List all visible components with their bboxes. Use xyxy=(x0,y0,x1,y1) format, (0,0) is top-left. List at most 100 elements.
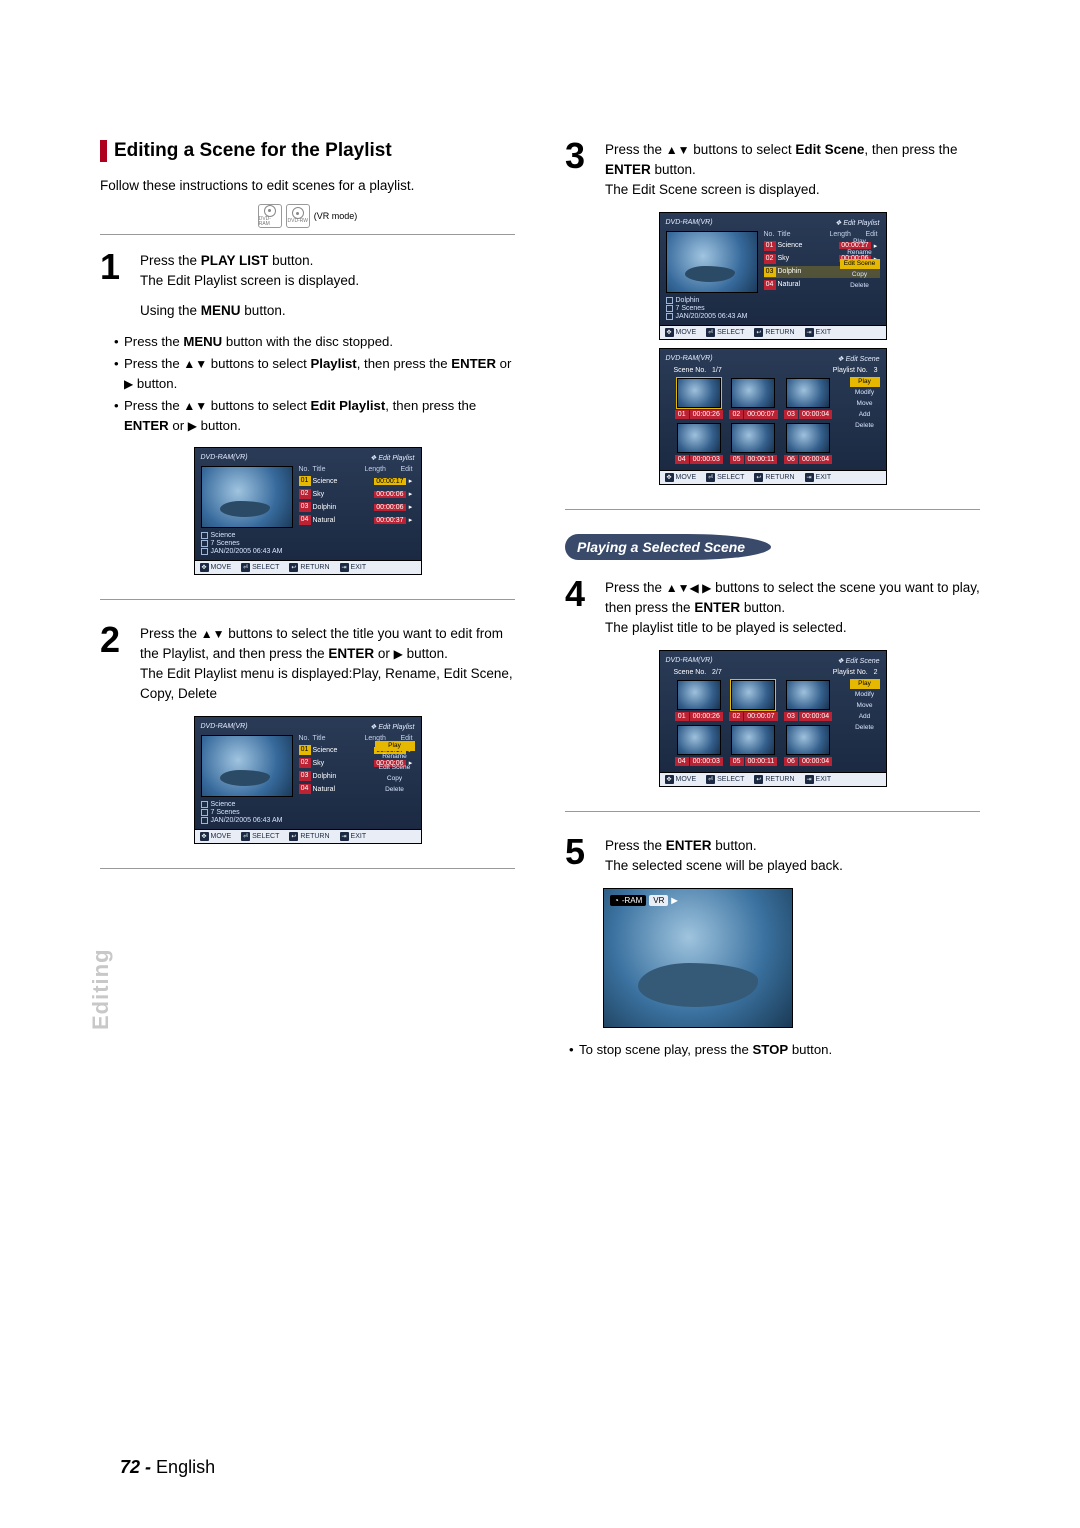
osd-list: No.TitleLengthEdit 01Science00:00:17▸ 02… xyxy=(299,466,415,556)
section-heading: Editing a Scene for the Playlist xyxy=(100,140,515,162)
side-tab: Editing xyxy=(80,870,106,1050)
return-key-icon: ↩ xyxy=(289,563,298,572)
menu-modify[interactable]: Modify xyxy=(850,388,880,398)
menu-copy[interactable]: Copy xyxy=(840,270,880,280)
divider xyxy=(100,868,515,869)
step-3-number: 3 xyxy=(565,140,597,200)
title-icon xyxy=(201,532,208,539)
osd-edit-playlist-editscene: DVD-RAM(VR)❖ Edit Playlist Dolphin 7 Sce… xyxy=(659,212,887,340)
osd-thumb xyxy=(666,231,758,293)
osd-side-menu: Play Rename Edit Scene Copy Delete xyxy=(375,741,415,795)
scene-cell[interactable]: 0200:00:07 xyxy=(728,378,779,419)
step-5: 5 Press the ENTER button. The selected s… xyxy=(565,836,980,876)
scene-cell[interactable]: 0600:00:04 xyxy=(783,725,834,766)
menu-play[interactable]: Play xyxy=(840,237,880,247)
menu-rename[interactable]: Rename xyxy=(375,752,415,762)
disc-rw-icon: DVD-RW xyxy=(286,204,310,228)
step-5-body: Press the ENTER button. The selected sce… xyxy=(605,836,980,876)
intro-text: Follow these instructions to edit scenes… xyxy=(100,176,515,196)
arrows-icon: ▲▼◀ ▶ xyxy=(666,580,712,598)
scene-cell[interactable]: 0100:00:26 xyxy=(674,378,725,419)
side-tab-label: Editing xyxy=(88,948,114,1030)
menu-move[interactable]: Move xyxy=(850,399,880,409)
osd-thumb xyxy=(201,466,293,528)
page: Editing a Scene for the Playlist Follow … xyxy=(0,0,1080,1112)
page-footer: 72 - English xyxy=(120,1457,215,1478)
play-icon: ▶ xyxy=(671,896,677,905)
step-2-number: 2 xyxy=(100,624,132,704)
scene-grid: 0100:00:26 0200:00:07 0300:00:04 0400:00… xyxy=(666,378,880,466)
disc-icon: ◔ xyxy=(614,896,619,905)
osd-edit-playlist-menu: DVD-RAM(VR)❖ Edit Playlist Science 7 Sce… xyxy=(194,716,422,844)
step-1: 1 Press the PLAY LIST button. The Edit P… xyxy=(100,251,515,321)
osd-info: Science 7 Scenes JAN/20/2005 06:43 AM xyxy=(201,532,293,555)
menu-play[interactable]: Play xyxy=(850,679,880,689)
menu-delete[interactable]: Delete xyxy=(850,723,880,733)
menu-editscene[interactable]: Edit Scene xyxy=(840,259,880,269)
menu-add[interactable]: Add xyxy=(850,410,880,420)
list-item[interactable]: 04Natural00:00:37▸ xyxy=(299,514,415,526)
scene-cell[interactable]: 0200:00:07 xyxy=(728,680,779,721)
move-key-icon: ✥ xyxy=(200,563,209,572)
bullet: Press the ▲▼ buttons to select Edit Play… xyxy=(114,396,515,436)
scene-cell[interactable]: 0300:00:04 xyxy=(783,378,834,419)
list-item[interactable]: 02Sky00:00:06▸ xyxy=(299,488,415,500)
osd-mode-label: DVD-RAM(VR) xyxy=(201,454,248,462)
page-language: English xyxy=(156,1457,215,1477)
menu-rename[interactable]: Rename xyxy=(840,248,880,258)
divider xyxy=(565,811,980,812)
divider xyxy=(565,509,980,510)
exit-key-icon: ⇥ xyxy=(340,563,349,572)
menu-delete[interactable]: Delete xyxy=(375,785,415,795)
bullet: Press the MENU button with the disc stop… xyxy=(114,332,515,352)
heading-bar xyxy=(100,140,107,162)
step-4: 4 Press the ▲▼◀ ▶ buttons to select the … xyxy=(565,578,980,638)
step-3-body: Press the ▲▼ buttons to select Edit Scen… xyxy=(605,140,980,200)
osd-edit-playlist: DVD-RAM(VR)❖ Edit Playlist Science 7 Sce… xyxy=(194,447,422,575)
menu-add[interactable]: Add xyxy=(850,712,880,722)
left-column: Editing a Scene for the Playlist Follow … xyxy=(100,140,515,1072)
scene-cell[interactable]: 0400:00:03 xyxy=(674,725,725,766)
scenes-icon xyxy=(201,540,208,547)
step-1-bullets: Press the MENU button with the disc stop… xyxy=(114,332,515,435)
scene-cell[interactable]: 0100:00:26 xyxy=(674,680,725,721)
updown-icon: ▲▼ xyxy=(201,626,225,644)
divider xyxy=(100,234,515,235)
menu-play[interactable]: Play xyxy=(850,377,880,387)
menu-modify[interactable]: Modify xyxy=(850,690,880,700)
scene-cell[interactable]: 0300:00:04 xyxy=(783,680,834,721)
step-2-body: Press the ▲▼ buttons to select the title… xyxy=(140,624,515,704)
divider xyxy=(100,599,515,600)
updown-icon: ▲▼ xyxy=(183,355,207,373)
scene-cell[interactable]: 0400:00:03 xyxy=(674,423,725,464)
page-number: 72 - xyxy=(120,1457,151,1477)
scene-cell[interactable]: 0600:00:04 xyxy=(783,423,834,464)
disc-ram-icon: DVD-RAM xyxy=(258,204,282,228)
menu-editscene[interactable]: Edit Scene xyxy=(375,763,415,773)
menu-delete[interactable]: Delete xyxy=(850,421,880,431)
scene-cell[interactable]: 0500:00:11 xyxy=(728,423,779,464)
right-column: 3 Press the ▲▼ buttons to select Edit Sc… xyxy=(565,140,980,1072)
menu-delete[interactable]: Delete xyxy=(840,281,880,291)
disc-row: DVD-RAM DVD-RW (VR mode) xyxy=(100,204,515,228)
updown-icon: ▲▼ xyxy=(183,397,207,415)
section-title: Editing a Scene for the Playlist xyxy=(114,140,392,162)
menu-play[interactable]: Play xyxy=(375,741,415,751)
step-4-body: Press the ▲▼◀ ▶ buttons to select the sc… xyxy=(605,578,980,638)
step-1-number: 1 xyxy=(100,251,132,321)
scene-cell[interactable]: 0500:00:11 xyxy=(728,725,779,766)
subsection-title: Playing a Selected Scene xyxy=(565,534,771,560)
menu-move[interactable]: Move xyxy=(850,701,880,711)
list-item[interactable]: 01Science00:00:17▸ xyxy=(299,475,415,487)
menu-copy[interactable]: Copy xyxy=(375,774,415,784)
play-icon: ▶ xyxy=(394,646,403,664)
bullet: Press the ▲▼ buttons to select Playlist,… xyxy=(114,354,515,394)
step-1-body: Press the PLAY LIST button. The Edit Pla… xyxy=(140,251,515,321)
vr-mode-label: (VR mode) xyxy=(314,211,358,221)
playback-overlay: ◔-RAM VR ▶ xyxy=(610,895,678,906)
play-icon: ▶ xyxy=(188,417,197,435)
list-item[interactable]: 03Dolphin00:00:06▸ xyxy=(299,501,415,513)
step-2: 2 Press the ▲▼ buttons to select the tit… xyxy=(100,624,515,704)
step-3: 3 Press the ▲▼ buttons to select Edit Sc… xyxy=(565,140,980,200)
osd-edit-scene-a: DVD-RAM(VR)❖ Edit Scene Scene No. 1/7 Pl… xyxy=(659,348,887,485)
